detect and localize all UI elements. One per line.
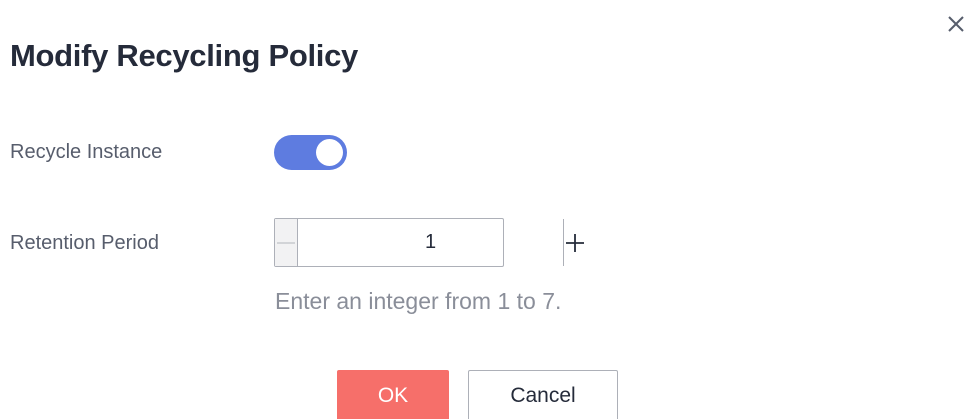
minus-icon: [277, 241, 295, 244]
retention-period-hint: Enter an integer from 1 to 7.: [275, 288, 562, 314]
ok-button[interactable]: OK: [337, 370, 449, 419]
retention-period-input[interactable]: [298, 219, 563, 266]
plus-icon: [566, 233, 584, 252]
retention-period-stepper: [274, 218, 584, 267]
decrement-button[interactable]: [275, 219, 298, 266]
increment-button[interactable]: [563, 219, 586, 266]
recycle-instance-toggle[interactable]: [274, 135, 347, 170]
cancel-button[interactable]: Cancel: [468, 370, 618, 419]
toggle-knob: [316, 139, 343, 166]
modify-recycling-policy-dialog: Modify Recycling Policy Recycle Instance…: [0, 0, 969, 419]
dialog-title: Modify Recycling Policy: [10, 38, 358, 73]
close-icon[interactable]: [944, 12, 968, 36]
retention-period-label: Retention Period: [10, 232, 159, 254]
recycle-instance-label: Recycle Instance: [10, 141, 163, 163]
